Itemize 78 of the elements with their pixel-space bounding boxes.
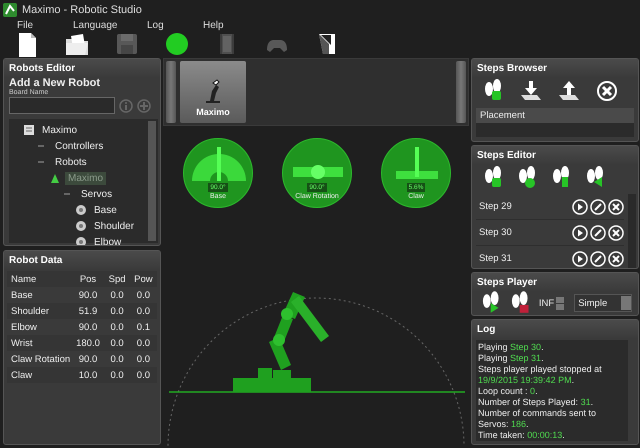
menu-item[interactable]: File: [3, 20, 59, 30]
mode-dropdown[interactable]: Simple: [574, 294, 632, 312]
table-cell: 0.0: [110, 370, 124, 380]
log-line: Playing Step 31.: [478, 353, 545, 364]
column-header: Spd: [108, 274, 126, 284]
gauge-dial-icon: [192, 147, 246, 181]
table-cell: Base: [11, 290, 33, 300]
table-cell: 0.0: [136, 354, 150, 364]
play-icon[interactable]: [572, 224, 588, 240]
table-cell: 0.0: [136, 370, 150, 380]
robot-name: Maximo: [196, 107, 230, 117]
log-line: Steps player played stopped at 19/9/2015 19:39:42 PM.: [478, 364, 603, 386]
step-name: Step 30: [479, 227, 513, 238]
tree-item[interactable]: Controllers: [52, 140, 106, 152]
import-icon[interactable]: [518, 79, 544, 103]
table-cell: 0.0: [110, 306, 124, 316]
column-header: Name: [11, 274, 36, 284]
connect-button-icon[interactable]: [163, 30, 191, 58]
edit-icon[interactable]: [590, 198, 606, 214]
delete-icon[interactable]: [594, 79, 620, 103]
tree-item[interactable]: Base: [91, 204, 120, 216]
table-cell: 0.0: [136, 290, 150, 300]
log-line: Number of commands sent to Servos: 186.: [478, 408, 598, 430]
delete-icon[interactable]: [608, 250, 624, 266]
column-header: Pow: [134, 274, 153, 284]
column-header: Pos: [80, 274, 96, 284]
delete-icon[interactable]: [608, 224, 624, 240]
loop-count-spinner[interactable]: INF: [536, 296, 566, 310]
table-cell: Claw Rotation: [11, 354, 70, 364]
table-cell: 0.0: [136, 306, 150, 316]
table-cell: 0.0: [110, 338, 124, 348]
table-cell: 10.0: [78, 370, 98, 380]
table-cell: 90.0: [78, 354, 98, 364]
menu-item[interactable]: Log: [133, 20, 189, 30]
tree-item[interactable]: Elbow: [91, 236, 124, 245]
table-cell: Elbow: [11, 322, 37, 332]
robot-icon: [49, 172, 61, 184]
table-cell: 0.0: [110, 354, 124, 364]
log-line: Number of Steps Played: 31.: [478, 397, 594, 408]
table-cell: 180.0: [76, 338, 100, 348]
tree-item[interactable]: Maximo: [39, 124, 80, 136]
gauge-dial-icon: [293, 165, 343, 179]
board-name-dropdown[interactable]: [9, 97, 115, 114]
table-cell: Shoulder: [11, 306, 50, 316]
play-icon[interactable]: [572, 250, 588, 266]
table-cell: 90.0: [78, 322, 98, 332]
menu-item[interactable]: Help: [189, 20, 245, 30]
edit-icon[interactable]: [590, 250, 606, 266]
table-cell: 0.1: [136, 322, 150, 332]
gauge-dial-icon: [396, 147, 438, 179]
delete-icon[interactable]: [608, 198, 624, 214]
tree-item[interactable]: Servos: [78, 188, 116, 200]
app-logo-icon: [3, 3, 17, 17]
table-cell: 0.0: [136, 338, 150, 348]
table-cell: Wrist: [11, 338, 32, 348]
edit-icon[interactable]: [590, 224, 606, 240]
scrollbar[interactable]: [628, 194, 636, 268]
table-cell: 51.9: [78, 306, 98, 316]
step-name: Step 31: [479, 253, 513, 264]
table-cell: 90.0: [78, 290, 98, 300]
table-cell: 0.0: [110, 322, 124, 332]
list-item[interactable]: Placement: [476, 108, 634, 123]
document-icon: [23, 124, 35, 136]
robot-tile[interactable]: Maximo: [180, 61, 246, 123]
play-icon[interactable]: [572, 198, 588, 214]
tree-item[interactable]: Robots: [52, 156, 90, 168]
tree-item[interactable]: Shoulder: [91, 220, 138, 232]
window-title: Maximo - Robotic Studio: [22, 4, 142, 16]
section-title: Add a New Robot: [8, 77, 102, 89]
table-cell: 0.0: [110, 290, 124, 300]
table-cell: Claw: [11, 370, 32, 380]
scrollbar[interactable]: [148, 121, 156, 241]
log-line: Loop count : 0.: [478, 386, 539, 397]
log-line: Playing Step 30.: [478, 342, 545, 353]
menu-item[interactable]: Language: [59, 20, 133, 30]
export-icon[interactable]: [556, 79, 582, 103]
log-line: Time taken: 00:00:13.: [478, 430, 566, 441]
step-name: Step 29: [479, 201, 513, 212]
